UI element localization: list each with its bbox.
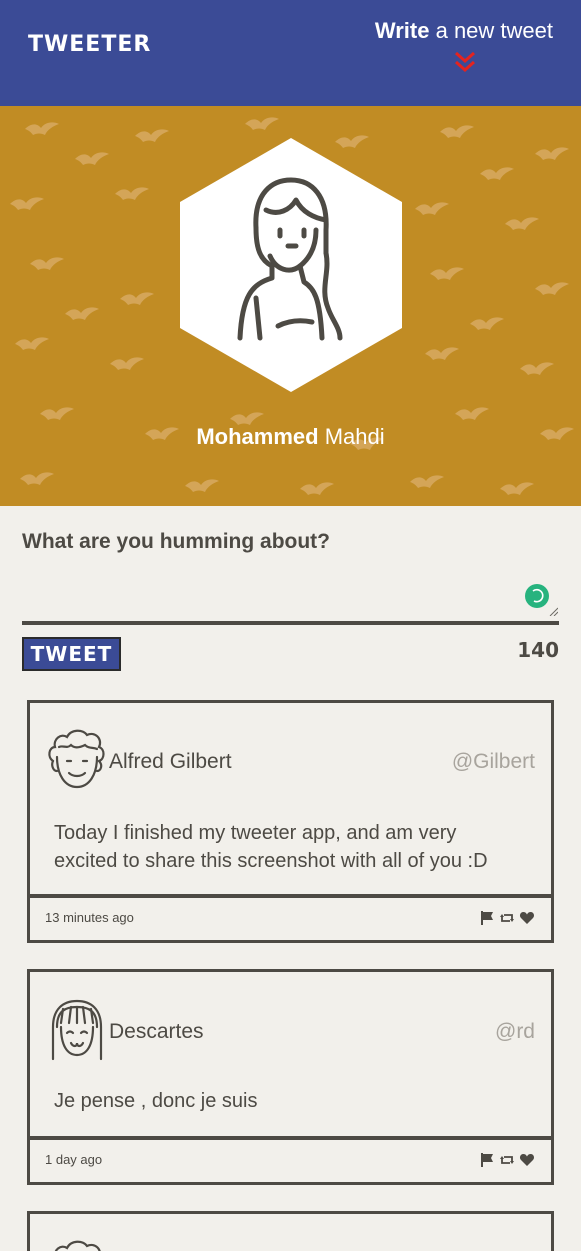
tweet-handle[interactable]: @rd bbox=[495, 1020, 535, 1044]
retweet-icon[interactable] bbox=[499, 910, 515, 926]
tweet-timestamp: 13 minutes ago bbox=[45, 910, 134, 925]
tweet-footer: 13 minutes ago bbox=[30, 898, 551, 940]
character-counter: 140 bbox=[517, 638, 559, 662]
profile-name: Mohammed Mahdi bbox=[0, 424, 581, 450]
curly-hair-avatar-icon[interactable] bbox=[45, 1238, 109, 1251]
profile-first-name: Mohammed bbox=[196, 424, 319, 449]
tweet-footer: 1 day ago bbox=[30, 1140, 551, 1182]
flag-icon[interactable] bbox=[479, 910, 495, 926]
compose-strong-text: Write bbox=[374, 18, 430, 43]
retweet-icon[interactable] bbox=[499, 1152, 515, 1168]
tweet-card bbox=[27, 1211, 554, 1251]
tweet-text-line: Je pense , donc je suis bbox=[54, 1090, 258, 1112]
tweet-text: Je pense , donc je suis bbox=[54, 1087, 534, 1115]
profile-avatar[interactable] bbox=[180, 138, 402, 392]
bangs-hair-avatar-icon[interactable] bbox=[45, 997, 109, 1061]
tweet-text-line: excited to share this screenshot with al… bbox=[54, 850, 488, 872]
curly-hair-avatar-icon[interactable] bbox=[45, 727, 109, 791]
tweet-actions bbox=[479, 1152, 535, 1168]
tweet-submit-button[interactable]: TWEET bbox=[22, 637, 121, 671]
tweet-card: Descartes @rd Je pense , donc je suis 1 … bbox=[27, 969, 554, 1185]
tweet-textarea[interactable] bbox=[22, 570, 559, 618]
write-new-tweet-link[interactable]: Write a new tweet bbox=[375, 18, 553, 44]
tweet-author[interactable]: Alfred Gilbert bbox=[109, 750, 232, 774]
tweet-author[interactable]: Descartes bbox=[109, 1020, 204, 1044]
top-nav: TWEETER Write a new tweet bbox=[0, 0, 581, 106]
profile-last-name: Mahdi bbox=[318, 424, 385, 449]
resize-grip-icon[interactable] bbox=[548, 606, 558, 616]
tweet-card: Alfred Gilbert @Gilbert Today I finished… bbox=[27, 700, 554, 943]
tweet-body: Descartes @rd Je pense , donc je suis bbox=[30, 972, 551, 1140]
flag-icon[interactable] bbox=[479, 1152, 495, 1168]
tweet-body: Alfred Gilbert @Gilbert Today I finished… bbox=[30, 703, 551, 898]
heart-icon[interactable] bbox=[519, 1152, 535, 1168]
tweet-timestamp: 1 day ago bbox=[45, 1152, 103, 1167]
tweet-text-line: Today I finished my tweeter app, and am … bbox=[54, 822, 457, 844]
compose-rest-text: a new tweet bbox=[429, 18, 553, 43]
brand-logo[interactable]: TWEETER bbox=[28, 32, 151, 57]
composer-label: What are you humming about? bbox=[22, 530, 330, 553]
composer-divider bbox=[22, 621, 559, 625]
double-chevron-down-icon[interactable] bbox=[453, 50, 477, 74]
loading-spinner-icon bbox=[525, 584, 549, 608]
heart-icon[interactable] bbox=[519, 910, 535, 926]
tweet-handle[interactable]: @Gilbert bbox=[452, 750, 535, 774]
tweet-actions bbox=[479, 910, 535, 926]
tweet-text: Today I finished my tweeter app, and am … bbox=[54, 819, 534, 875]
profile-header: Mohammed Mahdi bbox=[0, 106, 581, 506]
